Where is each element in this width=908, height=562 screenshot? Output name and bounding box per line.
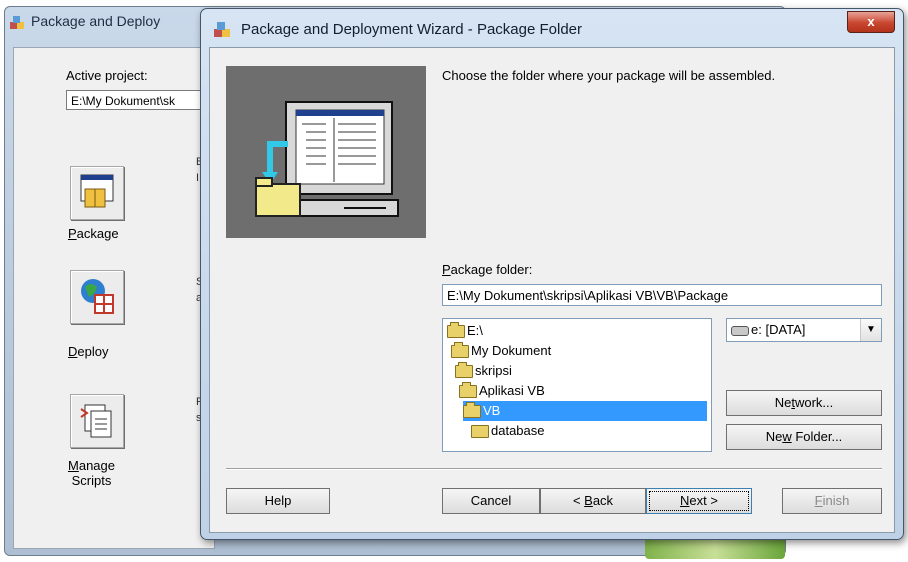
help-button[interactable]: Help [226, 488, 330, 514]
drive-folder-icon [447, 322, 465, 339]
tree-item-label: skripsi [475, 363, 512, 378]
close-icon: x [867, 14, 875, 29]
open-folder-icon [451, 342, 469, 359]
active-project-label: Active project: [66, 68, 148, 83]
open-folder-icon [459, 382, 477, 399]
package-icon [80, 174, 114, 208]
finish-button[interactable]: Finish [782, 488, 882, 514]
side-letter: I [196, 172, 200, 184]
deploy-icon [81, 279, 114, 314]
background-window-client: Active project: E:\My Dokument\sk Packag… [13, 47, 216, 549]
drive-icon [731, 325, 749, 336]
manage-scripts-label: Manage Scripts [68, 458, 115, 488]
dialog-titlebar[interactable]: Package and Deployment Wizard - Package … [201, 9, 903, 47]
close-button[interactable]: x [847, 11, 895, 33]
tree-item-database[interactable]: database [471, 421, 545, 441]
new-folder-button[interactable]: New Folder... [726, 424, 882, 450]
tree-item-aplikasi-vb[interactable]: Aplikasi VB [459, 381, 545, 401]
deploy-button[interactable] [70, 270, 124, 324]
tree-item-my-dokument[interactable]: My Dokument [451, 341, 551, 361]
package-folder-dialog: Package and Deployment Wizard - Package … [200, 8, 904, 540]
tree-item-label: My Dokument [471, 343, 552, 358]
back-button[interactable]: < Back [540, 488, 646, 514]
package-button-label: Package [68, 226, 119, 241]
next-button[interactable]: Next > [646, 488, 752, 514]
deploy-button-label: Deploy [68, 344, 109, 359]
tree-item-skripsi[interactable]: skripsi [455, 361, 512, 381]
button-separator [226, 468, 882, 470]
network-button[interactable]: Network... [726, 390, 882, 416]
open-folder-icon [455, 362, 473, 379]
tree-item-label: E:\ [467, 323, 483, 338]
scripts-icon [80, 404, 112, 438]
background-window-title: Package and Deploy [31, 13, 161, 29]
chevron-down-icon[interactable]: ▼ [860, 319, 881, 341]
folder-tree[interactable]: E:\ My Dokument skripsi Aplikasi VB VB d… [442, 318, 712, 452]
computer-folder-illustration [255, 101, 399, 217]
tree-item-vb[interactable]: VB [463, 401, 707, 421]
tree-item-label: Aplikasi VB [479, 383, 545, 398]
package-folder-label: Package folder: [442, 262, 533, 277]
drive-select-value: e: [DATA] [751, 322, 806, 337]
tree-item-drive[interactable]: E:\ [447, 321, 483, 341]
tree-item-label: database [491, 423, 545, 438]
drive-select[interactable]: e: [DATA] ▼ [726, 318, 882, 342]
tree-item-label: VB [483, 403, 501, 418]
cancel-button[interactable]: Cancel [442, 488, 540, 514]
open-folder-icon [463, 402, 481, 419]
dialog-title: Package and Deployment Wizard - Package … [241, 21, 583, 38]
package-wizard-icon [10, 16, 24, 29]
package-button[interactable] [70, 166, 124, 220]
folder-icon [471, 425, 489, 439]
instruction-text: Choose the folder where your package wil… [442, 68, 776, 83]
active-project-field[interactable]: E:\My Dokument\sk [66, 90, 216, 110]
package-folder-input[interactable]: E:\My Dokument\skripsi\Aplikasi VB\VB\Pa… [442, 284, 882, 306]
manage-scripts-button[interactable] [70, 394, 124, 448]
dialog-client: Choose the folder where your package wil… [209, 47, 895, 533]
package-wizard-icon [214, 22, 230, 37]
wizard-illustration [226, 66, 426, 238]
